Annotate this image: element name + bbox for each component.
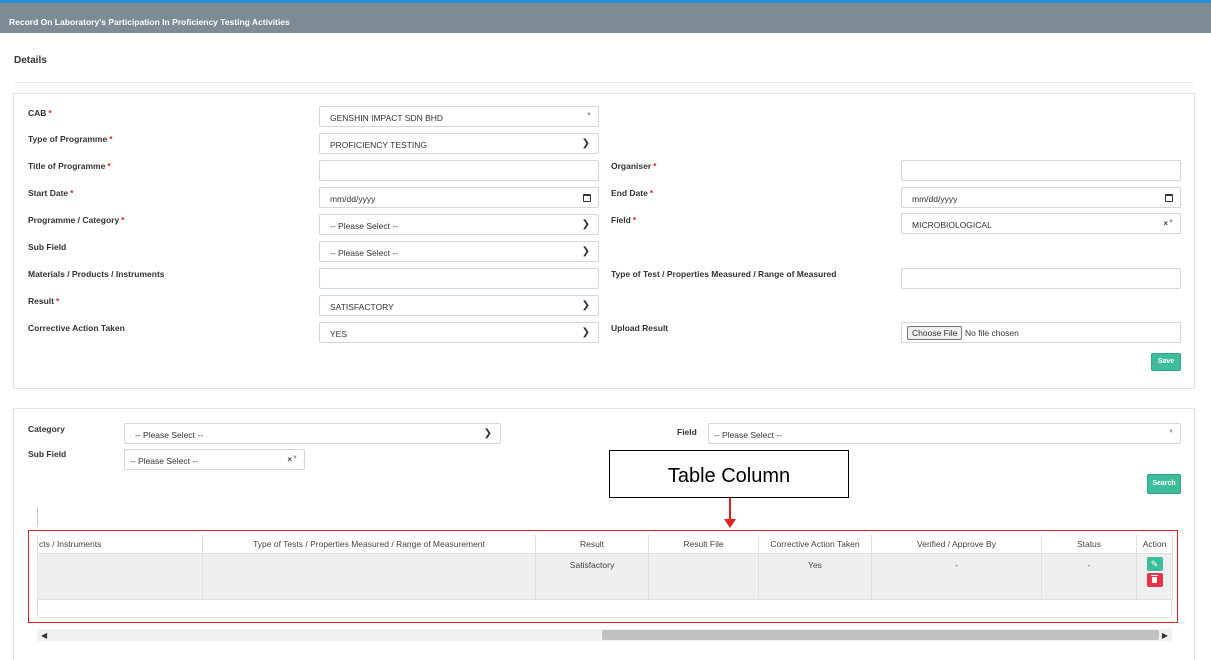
filter-field-label: Field (677, 427, 697, 437)
chevron-down-icon: ❯ (581, 246, 590, 257)
type-of-programme-select[interactable]: PROFICIENCY TESTING ❯ (319, 133, 599, 154)
type-of-test-input[interactable] (901, 268, 1181, 289)
filter-field-select[interactable]: -- Please Select -- ▼ (708, 423, 1181, 444)
save-button[interactable]: Save (1151, 353, 1181, 371)
chevron-down-icon: ❯ (483, 428, 492, 439)
corrective-action-label: Corrective Action Taken (28, 323, 125, 333)
cab-label: CAB * (28, 108, 52, 118)
annotation-highlight-box (28, 530, 1178, 623)
table-left-edge (37, 508, 38, 527)
annotation-arrow-head (724, 519, 736, 528)
end-date-input[interactable]: mm/dd/yyyy (901, 187, 1181, 208)
sub-field-label: Sub Field (28, 242, 67, 252)
page-header-title: Record On Laboratory's Participation In … (9, 17, 290, 27)
filter-sub-field-label: Sub Field (28, 449, 67, 459)
programme-category-label: Programme / Category * (28, 215, 125, 225)
upload-result-file-input[interactable]: Choose File No file chosen (901, 322, 1181, 343)
calendar-icon[interactable] (583, 194, 591, 202)
cab-select[interactable]: GENSHIN IMPACT SDN BHD ▼ (319, 106, 599, 127)
filter-sub-field-select[interactable]: -- Please Select -- × ▼ (124, 449, 305, 470)
section-divider (14, 82, 1194, 83)
filter-category-select[interactable]: -- Please Select -- ❯ (124, 423, 501, 444)
organiser-input[interactable] (901, 160, 1181, 181)
sub-field-select[interactable]: -- Please Select -- ❯ (319, 241, 599, 262)
field-select[interactable]: MICROBIOLOGICAL × ▼ (901, 213, 1181, 234)
start-date-label: Start Date * (28, 188, 74, 198)
caret-down-icon: ▼ (1168, 219, 1174, 225)
chevron-down-icon: ❯ (581, 138, 590, 149)
corrective-action-select[interactable]: YES ❯ (319, 322, 599, 343)
caret-down-icon: ▼ (586, 112, 592, 118)
title-of-programme-label: Title of Programme * (28, 161, 111, 171)
scroll-left-icon[interactable]: ◀ (41, 631, 47, 640)
materials-input[interactable] (319, 268, 599, 289)
annotation-arrow-line (729, 498, 731, 521)
search-button[interactable]: Search (1147, 474, 1181, 494)
horizontal-scrollbar[interactable]: ◀ ▶ (37, 629, 1172, 641)
annotation-text: Table Column (667, 465, 791, 487)
title-of-programme-input[interactable] (319, 160, 599, 181)
end-date-label: End Date * (611, 188, 654, 198)
filter-category-label: Category (28, 424, 65, 434)
scroll-right-icon[interactable]: ▶ (1162, 631, 1168, 640)
section-title: Details (14, 55, 47, 66)
field-label: Field * (611, 215, 637, 225)
caret-down-icon: ▼ (1168, 429, 1174, 435)
materials-label: Materials / Products / Instruments (28, 269, 165, 279)
page-header-bar: Record On Laboratory's Participation In … (0, 0, 1211, 33)
programme-category-select[interactable]: -- Please Select -- ❯ (319, 214, 599, 235)
chevron-down-icon: ❯ (581, 300, 590, 311)
type-of-test-label: Type of Test / Properties Measured / Ran… (611, 269, 837, 279)
result-select[interactable]: SATISFACTORY ❯ (319, 295, 599, 316)
annotation-callout: Table Column (609, 450, 849, 498)
chevron-down-icon: ❯ (581, 219, 590, 230)
chevron-down-icon: ❯ (581, 327, 590, 338)
result-label: Result * (28, 296, 60, 306)
file-status-text: No file chosen (965, 328, 1019, 338)
choose-file-button[interactable]: Choose File (907, 326, 963, 340)
caret-down-icon: ▼ (292, 455, 298, 461)
type-of-programme-label: Type of Programme * (28, 134, 113, 144)
scrollbar-thumb[interactable] (602, 630, 1159, 640)
start-date-input[interactable]: mm/dd/yyyy (319, 187, 599, 208)
calendar-icon[interactable] (1165, 194, 1173, 202)
details-form-panel (13, 93, 1195, 389)
upload-result-label: Upload Result (611, 323, 669, 333)
organiser-label: Organiser * (611, 161, 657, 171)
